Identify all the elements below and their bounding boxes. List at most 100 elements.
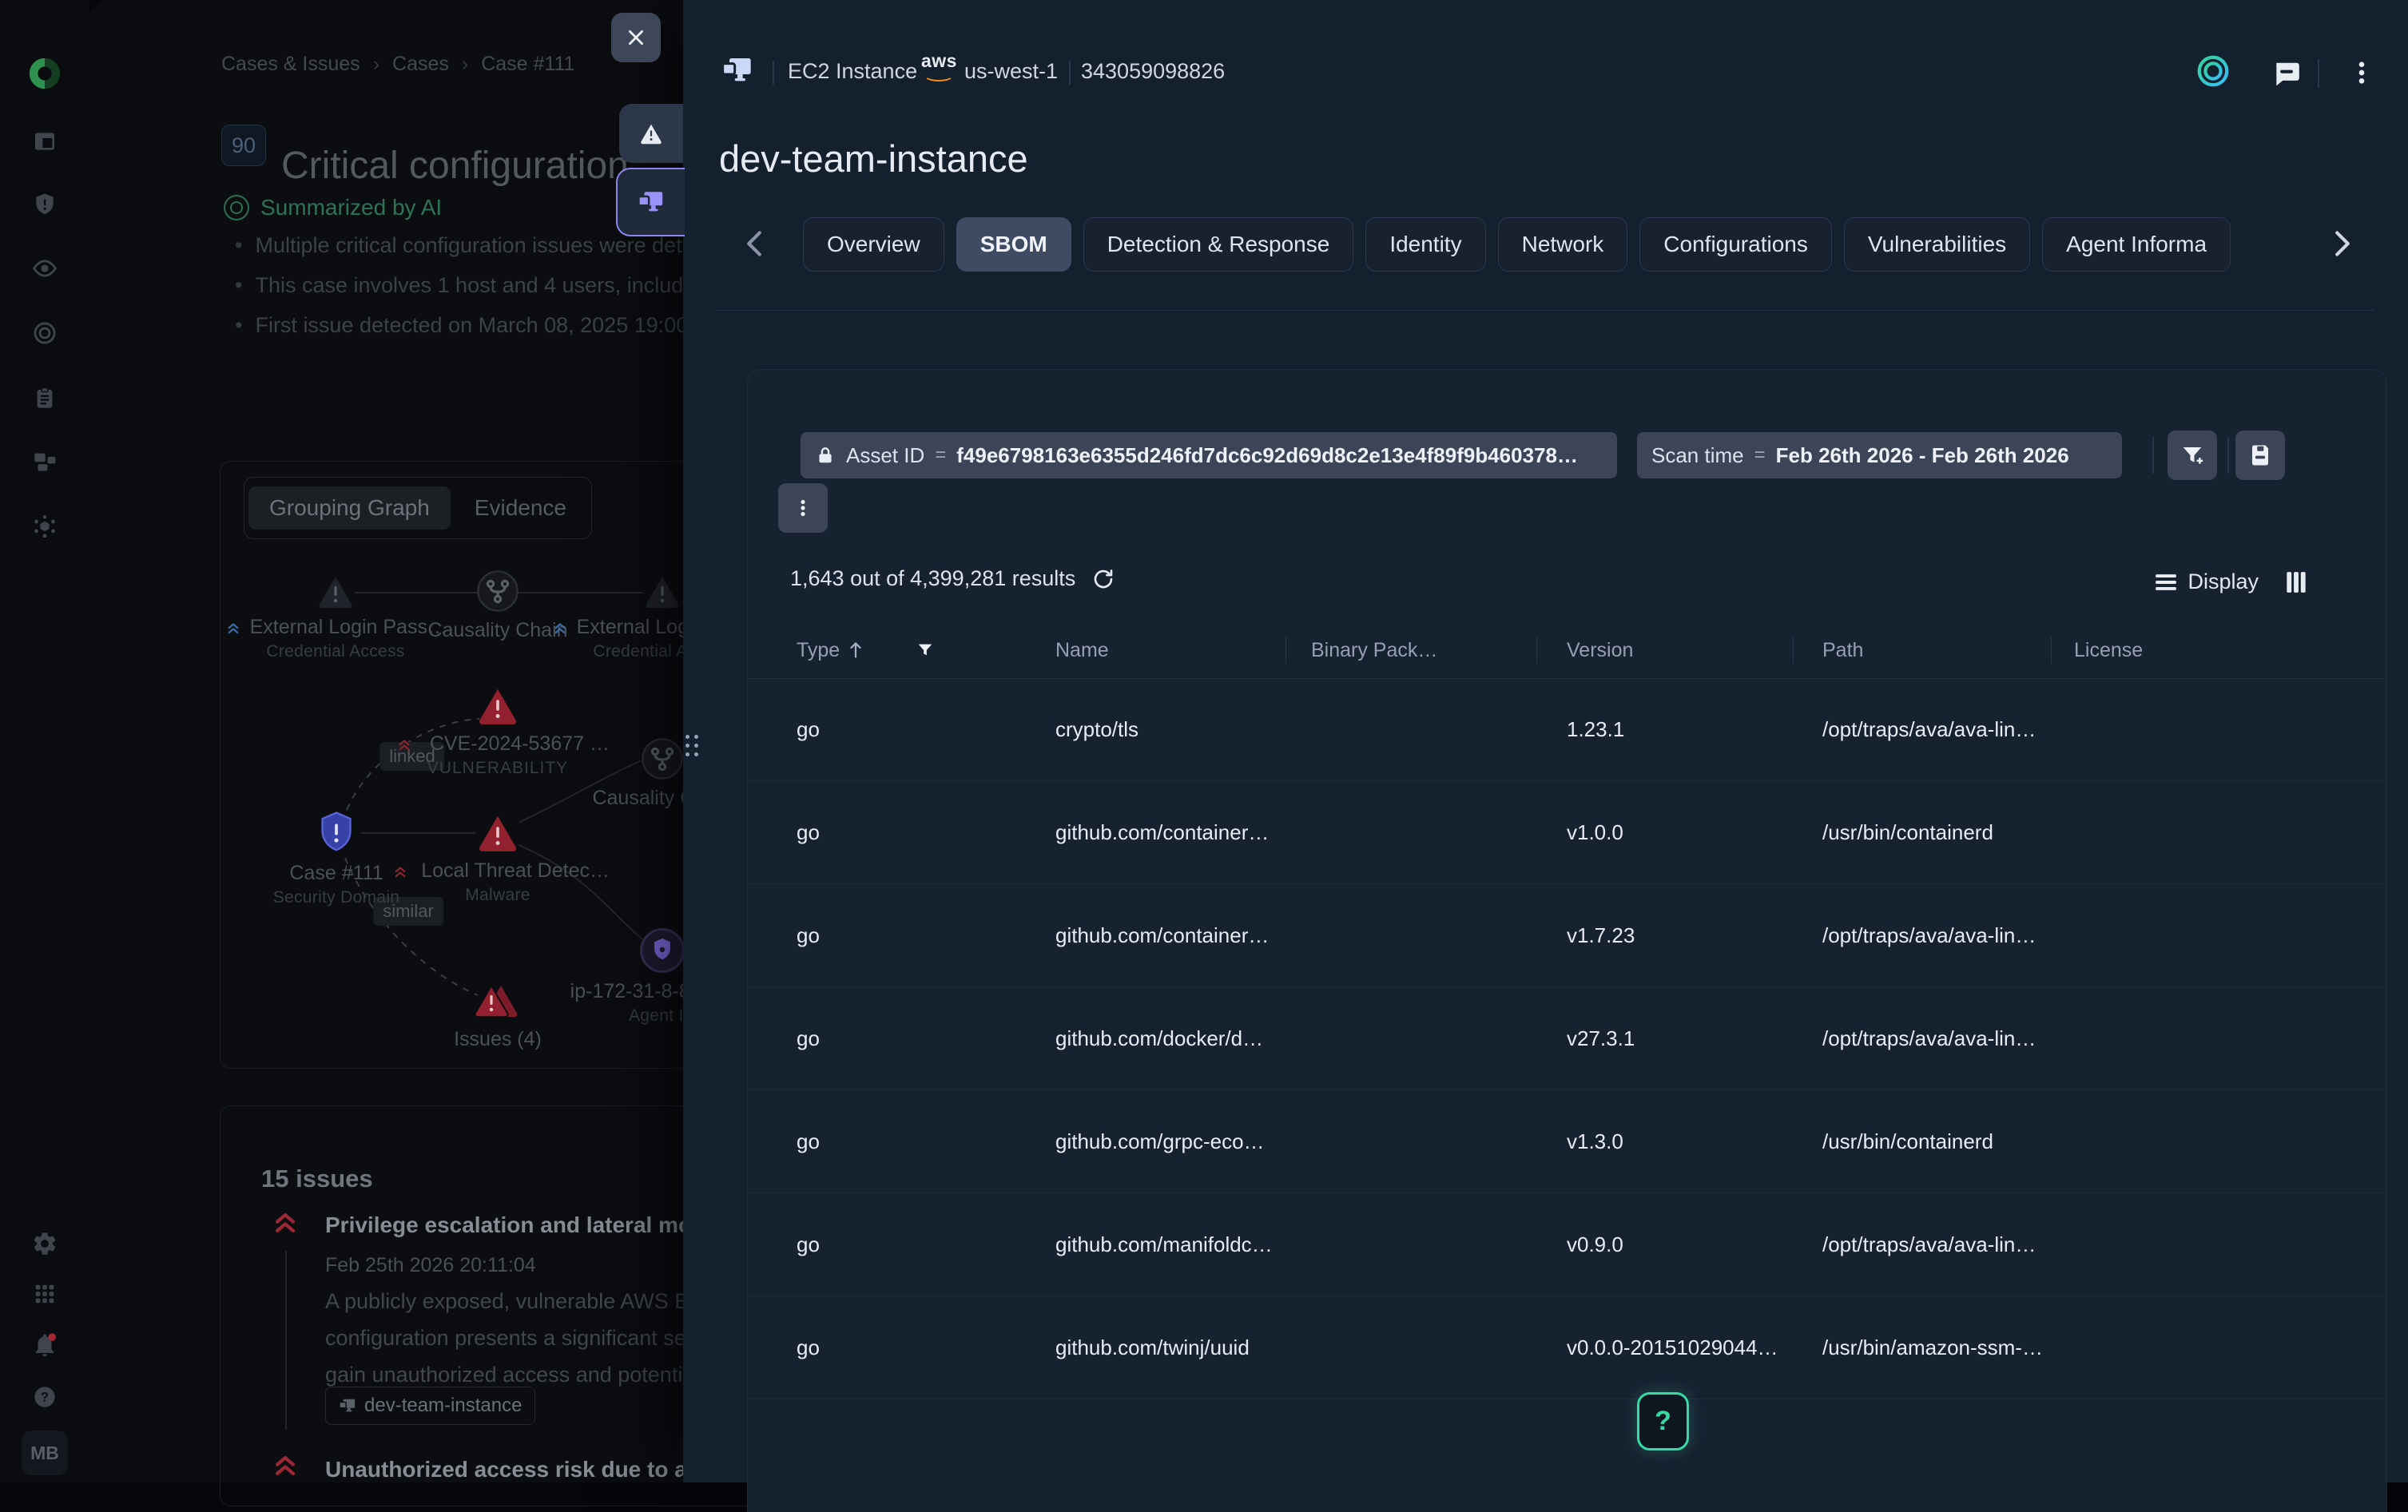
refresh-icon[interactable] bbox=[1091, 567, 1115, 591]
settings-gear-icon[interactable] bbox=[31, 1230, 58, 1257]
tabs-scroll-left-icon[interactable] bbox=[745, 230, 763, 257]
breadcrumb: Cases & Issues› Cases› Case #111 bbox=[221, 53, 574, 76]
filters-more-button[interactable] bbox=[778, 483, 828, 533]
severity-chevrons-icon bbox=[272, 1452, 299, 1479]
display-controls: Display bbox=[2155, 569, 2307, 594]
tab-identity[interactable]: Identity bbox=[1365, 217, 1485, 272]
sidebar-item-detections-target-icon[interactable] bbox=[31, 319, 58, 347]
tab-grouping-graph[interactable]: Grouping Graph bbox=[248, 486, 451, 530]
brand-logo-icon[interactable] bbox=[26, 55, 63, 92]
lock-icon bbox=[815, 445, 836, 466]
table-row[interactable]: gocrypto/tls1.23.1/opt/traps/ava/ava-lin… bbox=[748, 678, 2386, 781]
ai-assistant-icon[interactable] bbox=[2195, 53, 2231, 89]
ai-summary-label: Summarized by AI bbox=[260, 195, 442, 220]
column-header-name[interactable]: Name bbox=[1055, 622, 1109, 678]
sidebar-item-assets-blocks-icon[interactable] bbox=[31, 449, 58, 476]
table-row[interactable]: gogithub.com/twinj/uuidv0.0.0-2015102904… bbox=[748, 1296, 2386, 1399]
warning-triangle-icon bbox=[316, 573, 355, 609]
table-row[interactable]: gogithub.com/docker/d…v27.3.1/opt/traps/… bbox=[748, 987, 2386, 1090]
breadcrumb-link[interactable]: Cases bbox=[392, 53, 449, 76]
issue-timeline-connector bbox=[285, 1251, 287, 1430]
breadcrumb-link[interactable]: Cases & Issues bbox=[221, 53, 360, 76]
tab-agent-information[interactable]: Agent Informa bbox=[2042, 217, 2231, 272]
chat-icon[interactable] bbox=[2271, 59, 2302, 89]
svg-text:?: ? bbox=[41, 1390, 49, 1405]
close-panel-button[interactable] bbox=[611, 13, 661, 62]
warning-triangle-icon bbox=[639, 122, 663, 145]
user-avatar[interactable]: MB bbox=[22, 1431, 68, 1475]
breadcrumb-current: Case #111 bbox=[481, 53, 574, 76]
alerts-flyout-button[interactable] bbox=[619, 104, 683, 163]
tab-evidence[interactable]: Evidence bbox=[454, 486, 587, 530]
add-filter-button[interactable] bbox=[2168, 431, 2217, 480]
asset-panel-toggle-button[interactable] bbox=[616, 168, 685, 236]
column-header-version[interactable]: Version bbox=[1567, 622, 1633, 678]
region-label: us-west-1 bbox=[964, 59, 1058, 84]
sidebar-item-threat-hive-icon[interactable] bbox=[31, 513, 58, 540]
sidebar-item-visibility-eye-icon[interactable] bbox=[31, 255, 58, 282]
tabs-scroll-right-icon[interactable] bbox=[2334, 230, 2351, 257]
save-view-button[interactable] bbox=[2235, 431, 2285, 480]
column-settings-icon[interactable] bbox=[2286, 571, 2307, 593]
sidebar-item-posture-shield-icon[interactable] bbox=[32, 192, 58, 217]
graph-node-local-threat[interactable]: Local Threat Detec… Malware bbox=[386, 812, 610, 905]
tab-network[interactable]: Network bbox=[1498, 217, 1628, 272]
hamburger-icon bbox=[2155, 573, 2177, 592]
column-header-license[interactable]: License bbox=[2074, 622, 2143, 678]
issue-asset-chip[interactable]: dev-team-instance bbox=[325, 1387, 535, 1425]
critical-triangle-icon bbox=[476, 685, 519, 725]
filter-plus-icon bbox=[2180, 443, 2204, 467]
tab-overview[interactable]: Overview bbox=[803, 217, 944, 272]
ai-summary-header: Summarized by AI bbox=[224, 195, 442, 220]
asset-title: dev-team-instance bbox=[719, 137, 1028, 181]
monitor-icon bbox=[721, 54, 753, 86]
table-row[interactable]: gogithub.com/container…v1.0.0/usr/bin/co… bbox=[748, 781, 2386, 884]
results-count: 1,643 out of 4,399,281 results bbox=[790, 566, 1075, 591]
notifications-bell-icon[interactable] bbox=[31, 1331, 58, 1359]
asset-detail-panel: EC2 Instance aws us-west-1 343059098826 … bbox=[683, 0, 2408, 1482]
close-icon bbox=[626, 27, 646, 48]
issue-timestamp: Feb 25th 2026 20:11:04 bbox=[325, 1254, 536, 1277]
panel-resize-handle[interactable] bbox=[685, 735, 698, 756]
help-button[interactable]: ? bbox=[1637, 1392, 1689, 1450]
issues-section-title: 15 issues bbox=[261, 1165, 373, 1193]
monitor-icon bbox=[638, 189, 665, 216]
kebab-menu-icon bbox=[792, 497, 814, 519]
filter-chip-scan-time[interactable]: Scan time = Feb 26th 2026 - Feb 26th 202… bbox=[1637, 432, 2122, 478]
sidebar-item-dashboard[interactable] bbox=[32, 129, 58, 154]
severity-chevrons-icon bbox=[397, 737, 411, 752]
active-filter-funnel-icon[interactable] bbox=[916, 641, 934, 659]
sidebar-item-inventory-clipboard-icon[interactable] bbox=[32, 385, 58, 411]
sort-asc-icon bbox=[848, 641, 864, 659]
graph-node-issues-group[interactable]: Issues (4) bbox=[386, 979, 610, 1051]
results-summary-row: 1,643 out of 4,399,281 results bbox=[790, 566, 1115, 591]
severity-chevrons-icon bbox=[272, 1209, 299, 1236]
table-row[interactable]: gogithub.com/container…v1.7.23/opt/traps… bbox=[748, 884, 2386, 987]
table-header: Type Name Binary Pack… Version Path Lice… bbox=[748, 622, 2386, 679]
filter-chip-asset-id[interactable]: Asset ID = f49e6798163e6355d246fd7dc6c92… bbox=[801, 432, 1617, 478]
severity-chevrons-icon bbox=[226, 621, 240, 635]
issues-triangles-icon bbox=[472, 979, 523, 1021]
apps-grid-icon[interactable] bbox=[33, 1282, 57, 1306]
kebab-menu-icon[interactable] bbox=[2346, 58, 2377, 88]
help-circle-icon[interactable]: ? bbox=[32, 1384, 58, 1410]
causality-chain-icon bbox=[642, 738, 683, 780]
table-row[interactable]: gogithub.com/manifoldc…v0.9.0/opt/traps/… bbox=[748, 1193, 2386, 1296]
column-header-type[interactable]: Type bbox=[797, 622, 934, 678]
table-row[interactable]: gogithub.com/grpc-eco…v1.3.0/usr/bin/con… bbox=[748, 1090, 2386, 1193]
severity-chevrons-icon bbox=[553, 621, 567, 635]
tab-detection-response[interactable]: Detection & Response bbox=[1083, 217, 1354, 272]
account-id-label: 343059098826 bbox=[1081, 59, 1225, 84]
tabs-strip: Overview SBOM Detection & Response Ident… bbox=[803, 217, 2317, 273]
save-icon bbox=[2248, 443, 2272, 467]
column-header-binary-package[interactable]: Binary Pack… bbox=[1311, 622, 1437, 678]
tab-vulnerabilities[interactable]: Vulnerabilities bbox=[1844, 217, 2030, 272]
sbom-content-card: Asset ID = f49e6798163e6355d246fd7dc6c92… bbox=[747, 369, 2387, 1512]
display-menu-button[interactable]: Display bbox=[2155, 569, 2259, 594]
column-header-path[interactable]: Path bbox=[1822, 622, 1863, 678]
tab-configurations[interactable]: Configurations bbox=[1639, 217, 1832, 272]
critical-triangle-icon bbox=[476, 812, 519, 852]
issue-description-line: configuration presents a significant sec… bbox=[325, 1326, 737, 1351]
app-sidebar: ? MB bbox=[0, 0, 89, 1482]
tab-sbom[interactable]: SBOM bbox=[956, 217, 1071, 272]
